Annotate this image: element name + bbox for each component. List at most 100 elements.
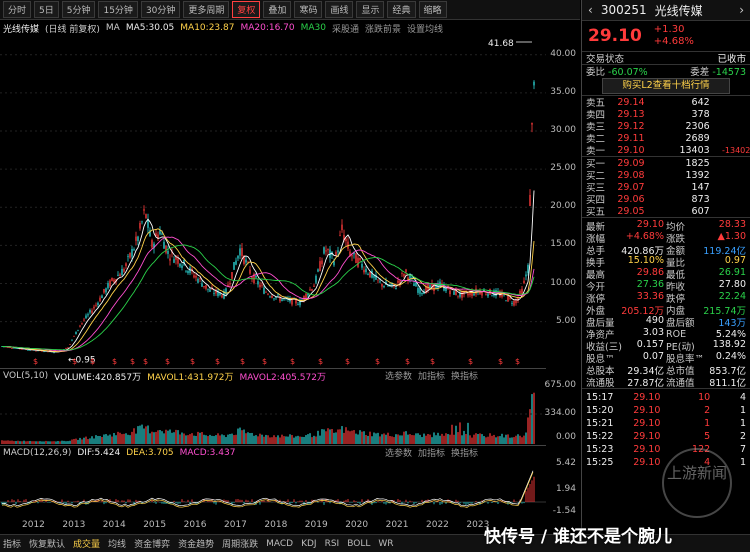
tick-count: 4 (739, 392, 746, 403)
vol-select-param-button[interactable]: 选参数 (385, 369, 412, 383)
volume-bar (21, 441, 23, 444)
legend-tool-2[interactable]: 设置均线 (407, 22, 443, 35)
dividend-marker-icon[interactable]: $ (290, 357, 295, 366)
dividend-marker-icon[interactable]: $ (468, 357, 473, 366)
indicator-tab-9[interactable]: RSI (325, 539, 340, 549)
dividend-marker-icon[interactable]: $ (262, 357, 267, 366)
indicator-tab-8[interactable]: KDJ (301, 539, 317, 549)
bid-row[interactable]: 买二 29.08 1392 (582, 169, 750, 183)
toolbar-item-3[interactable]: 15分钟 (98, 1, 138, 18)
tick-count: 1 (739, 418, 746, 429)
indicator-tab-7[interactable]: MACD (266, 539, 293, 549)
ask-row[interactable]: 卖四 29.13 378 (582, 108, 750, 122)
back-arrow-icon[interactable]: ‹ (588, 3, 593, 17)
dividend-marker-icon[interactable]: $ (190, 357, 195, 366)
toolbar-item-10[interactable]: 显示 (356, 1, 385, 18)
volume-bar (461, 435, 463, 444)
toolbar-item-4[interactable]: 30分钟 (140, 1, 181, 18)
ask-row[interactable]: 卖三 29.12 2306 (582, 120, 750, 134)
candle (65, 347, 67, 349)
dividend-marker-icon[interactable]: $ (515, 357, 520, 366)
toolbar-item-6[interactable]: 复权 (232, 1, 261, 18)
volume-bar (487, 436, 489, 444)
mode-label[interactable]: (日线 前复权) (45, 22, 100, 35)
bid-row[interactable]: 买四 29.06 873 (582, 193, 750, 207)
volume-bar (431, 437, 433, 444)
legend-tool-0[interactable]: 采股通 (332, 22, 359, 35)
indicator-tab-3[interactable]: 均线 (108, 537, 126, 550)
volume-bar (327, 428, 329, 444)
forward-arrow-icon[interactable]: › (739, 3, 744, 17)
dividend-marker-icon[interactable]: $ (143, 357, 148, 366)
toolbar-item-11[interactable]: 经典 (387, 1, 416, 18)
toolbar-item-1[interactable]: 5日 (34, 1, 59, 18)
volume-bar (525, 432, 527, 444)
candle (187, 270, 189, 275)
dividend-marker-icon[interactable]: $ (345, 357, 350, 366)
bid-row[interactable]: 买一 29.09 1825 (582, 157, 750, 171)
dividend-marker-icon[interactable]: $ (130, 357, 135, 366)
indicator-tab-11[interactable]: WR (378, 539, 393, 549)
tick-price: 29.10 (633, 431, 661, 442)
volume-bar (71, 439, 73, 444)
ask-row[interactable]: 卖二 29.11 2689 (582, 132, 750, 146)
dividend-marker-icon[interactable]: $ (430, 357, 435, 366)
ask-row[interactable]: 卖五 29.14 642 (582, 96, 750, 110)
volume-bar (465, 433, 467, 444)
volume-bar (385, 434, 387, 444)
dividend-marker-icon[interactable]: $ (405, 357, 410, 366)
toolbar-item-12[interactable]: 缩略 (418, 1, 447, 18)
volume-bar (285, 436, 287, 444)
indicator-tab-2[interactable]: 成交量 (73, 537, 100, 550)
dividend-marker-icon[interactable]: $ (240, 357, 245, 366)
volume-bar (393, 437, 395, 444)
dividend-marker-icon[interactable]: $ (318, 357, 323, 366)
macd-select-param-button[interactable]: 选参数 (385, 446, 412, 460)
candle (67, 347, 69, 349)
volume-bar (45, 440, 47, 444)
toolbar-item-5[interactable]: 更多周期 (183, 1, 230, 18)
candle (317, 268, 319, 273)
toolbar-item-2[interactable]: 5分钟 (61, 1, 96, 18)
volume-bar (15, 441, 17, 444)
dividend-marker-icon[interactable]: $ (33, 357, 38, 366)
indicator-tab-4[interactable]: 资金博弈 (134, 537, 170, 550)
dividend-marker-icon[interactable]: $ (112, 357, 117, 366)
macd-chart[interactable] (0, 460, 546, 520)
l2-button[interactable]: 购买L2查看十档行情 (602, 78, 730, 94)
toolbar-item-7[interactable]: 叠加 (263, 1, 292, 18)
macd-add-indicator-button[interactable]: 加指标 (418, 446, 445, 460)
legend-tool-1[interactable]: 涨跌前景 (365, 22, 401, 35)
bid-row[interactable]: 买三 29.07 147 (582, 181, 750, 195)
volume-chart[interactable] (0, 384, 546, 444)
toolbar-item-8[interactable]: 寒码 (294, 1, 323, 18)
indicator-tab-5[interactable]: 资金趋势 (178, 537, 214, 550)
volume-bar (405, 431, 407, 444)
candle (319, 257, 321, 272)
dividend-marker-icon[interactable]: $ (375, 357, 380, 366)
vol-switch-indicator-button[interactable]: 换指标 (451, 369, 478, 383)
price-legend: 光线传媒 (日线 前复权) MA MA5:30.05 MA10:23.87 MA… (0, 21, 580, 35)
ask-row[interactable]: 卖一 29.10 13403 -13402 (582, 144, 750, 158)
stock-price: 29.10 (588, 26, 642, 46)
indicator-tab-6[interactable]: 周期涨跌 (222, 537, 258, 550)
indicator-tab-0[interactable]: 指标 (3, 537, 21, 550)
price-chart[interactable]: 41.68←0.95$ $ $ $ $ $ $ $ $ $ $ $ $ $ $ $ $ $ $ $ (0, 36, 546, 368)
candle (313, 283, 315, 287)
bid-row[interactable]: 买五 29.05 607 (582, 205, 750, 219)
macd-switch-indicator-button[interactable]: 换指标 (451, 446, 478, 460)
dividend-marker-icon[interactable]: $ (165, 357, 170, 366)
dividend-marker-icon[interactable]: $ (498, 357, 503, 366)
volume-bar (485, 437, 487, 444)
indicator-tab-1[interactable]: 恢复默认 (29, 537, 65, 550)
candle (281, 299, 283, 302)
volume-bar (381, 434, 383, 444)
toolbar-item-0[interactable]: 分时 (3, 1, 32, 18)
indicator-tab-10[interactable]: BOLL (347, 539, 370, 549)
toolbar-item-9[interactable]: 画线 (325, 1, 354, 18)
year-label-2: 2014 (102, 520, 126, 530)
dividend-marker-icon[interactable]: $ (72, 357, 77, 366)
vol-add-indicator-button[interactable]: 加指标 (418, 369, 445, 383)
dividend-marker-icon[interactable]: $ (90, 357, 95, 366)
dividend-marker-icon[interactable]: $ (215, 357, 220, 366)
